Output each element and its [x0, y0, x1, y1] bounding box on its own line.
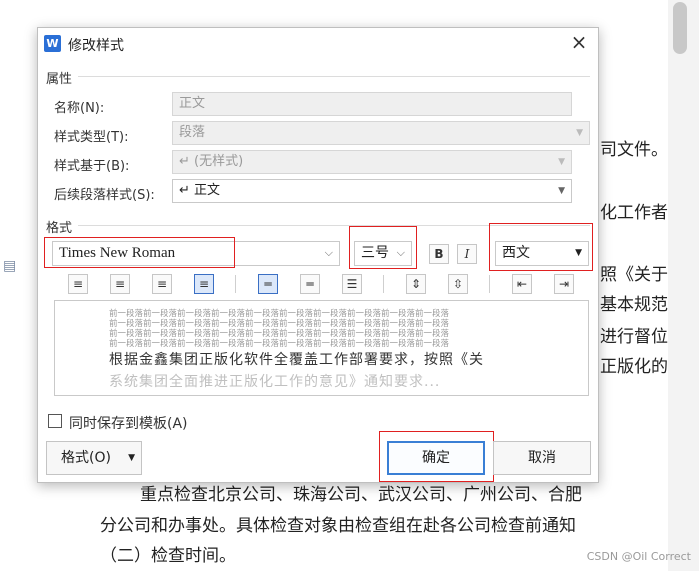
- doc-line-5: 进行督位: [600, 327, 668, 347]
- justify-button[interactable]: ≡: [194, 274, 214, 294]
- doc-line-6: 正版化的: [600, 357, 668, 377]
- single-spacing-icon: ═: [264, 277, 272, 291]
- increase-indent-button[interactable]: ⇥: [554, 274, 574, 294]
- attributes-section-label: 属性: [46, 72, 73, 87]
- align-left-icon: ≡: [72, 277, 84, 291]
- font-select[interactable]: Times New Roman ⌵: [52, 241, 340, 266]
- doc-line-1: 司文件。: [600, 140, 668, 160]
- chevron-down-icon: ▼: [575, 248, 582, 258]
- chevron-down-icon: ▼: [558, 186, 565, 196]
- cancel-label: 取消: [528, 450, 556, 466]
- one-half-spacing-button[interactable]: ═: [300, 274, 320, 294]
- name-label: 名称(N):: [54, 101, 105, 116]
- modify-style-dialog: W 修改样式 × 属性 名称(N): 正文 样式类型(T): 段落 ▼ 样式基于(…: [37, 27, 599, 483]
- increase-spacing-icon: ⇕: [410, 277, 422, 291]
- toolbar-separator: [235, 275, 236, 293]
- style-type-value: 段落: [179, 125, 206, 140]
- chevron-down-icon: ⌵: [396, 246, 405, 259]
- doc-line-2: 化工作者: [600, 203, 668, 223]
- font-value: Times New Roman: [59, 245, 176, 261]
- italic-icon: I: [464, 247, 470, 261]
- watermark: CSDN @Oil Correct: [586, 550, 691, 563]
- chevron-down-icon: ▼: [128, 453, 135, 463]
- preview-previous-paragraph: 前一段落前一段落前一段落前一段落前一段落前一段落前一段落前一段落前一段落前一段落: [109, 339, 450, 349]
- toolbar-separator: [489, 275, 490, 293]
- double-spacing-button[interactable]: ☰: [342, 274, 362, 294]
- increase-para-spacing-button[interactable]: ⇕: [406, 274, 426, 294]
- close-button[interactable]: ×: [568, 32, 590, 54]
- chevron-down-icon: ▼: [576, 128, 583, 138]
- align-center-icon: ≡: [114, 277, 126, 291]
- italic-button[interactable]: I: [457, 244, 477, 264]
- vertical-scrollbar[interactable]: [668, 0, 699, 571]
- doc-line-3: 照《关于: [600, 265, 668, 285]
- toolbar-separator: [383, 275, 384, 293]
- decrease-indent-icon: ⇤: [516, 277, 528, 291]
- justify-icon: ≡: [198, 277, 210, 291]
- decrease-para-spacing-button[interactable]: ⇳: [448, 274, 468, 294]
- ok-button[interactable]: 确定: [387, 441, 485, 475]
- style-preview: 前一段落前一段落前一段落前一段落前一段落前一段落前一段落前一段落前一段落前一段落…: [54, 300, 589, 396]
- bold-button[interactable]: B: [429, 244, 449, 264]
- attributes-divider: [78, 76, 590, 77]
- preview-text-next: 系统集团全面推进正版化工作的意见》通知要求...: [109, 374, 441, 390]
- chevron-down-icon: ⌵: [324, 247, 333, 259]
- next-style-value: ↵ 正文: [179, 183, 221, 198]
- dialog-titlebar[interactable]: W 修改样式 ×: [38, 28, 598, 58]
- align-right-icon: ≡: [156, 277, 168, 291]
- document-side-icon[interactable]: ▤: [3, 258, 19, 276]
- doc-line-9: （二）检查时间。: [100, 546, 236, 566]
- wps-logo-icon: W: [44, 35, 61, 52]
- close-icon: ×: [570, 30, 588, 54]
- format-menu-button[interactable]: 格式(O) ▼: [46, 441, 142, 475]
- font-size-value: 三号: [361, 245, 389, 261]
- scrollbar-thumb[interactable]: [673, 2, 687, 54]
- save-to-template-checkbox[interactable]: [48, 414, 62, 428]
- decrease-indent-button[interactable]: ⇤: [512, 274, 532, 294]
- align-right-button[interactable]: ≡: [152, 274, 172, 294]
- decrease-spacing-icon: ⇳: [452, 277, 464, 291]
- format-menu-label: 格式(O): [61, 450, 111, 466]
- format-divider: [78, 225, 590, 226]
- chevron-down-icon: ▼: [558, 157, 565, 167]
- ok-label: 确定: [422, 450, 450, 466]
- bold-icon: B: [434, 247, 444, 261]
- cancel-button[interactable]: 取消: [493, 441, 591, 475]
- preview-text: 根据金鑫集团正版化软件全覆盖工作部署要求，按照《关: [109, 352, 484, 368]
- dialog-title: 修改样式: [68, 38, 124, 54]
- based-on-select[interactable]: ↵ (无样式) ▼: [172, 150, 572, 174]
- save-to-template-label[interactable]: 同时保存到模板(A): [69, 413, 188, 433]
- doc-line-4: 基本规范: [600, 295, 668, 315]
- based-on-value: ↵ (无样式): [179, 154, 244, 169]
- script-value: 西文: [502, 245, 530, 261]
- name-value: 正文: [179, 96, 206, 111]
- based-on-label: 样式基于(B):: [54, 159, 130, 174]
- format-section-label: 格式: [46, 221, 73, 236]
- doc-line-7: 重点检查北京公司、珠海公司、武汉公司、广州公司、合肥: [140, 485, 582, 505]
- single-spacing-button[interactable]: ═: [258, 274, 278, 294]
- double-spacing-icon: ☰: [346, 277, 358, 291]
- script-select[interactable]: 西文 ▼: [495, 241, 589, 266]
- font-size-select[interactable]: 三号 ⌵: [354, 241, 412, 266]
- name-field[interactable]: 正文: [172, 92, 572, 116]
- doc-line-8: 分公司和办事处。具体检查对象由检查组在赴各公司检查前通知: [100, 516, 576, 536]
- next-style-select[interactable]: ↵ 正文 ▼: [172, 179, 572, 203]
- style-type-select[interactable]: 段落 ▼: [172, 121, 590, 145]
- align-center-button[interactable]: ≡: [110, 274, 130, 294]
- one-half-spacing-icon: ═: [306, 277, 314, 291]
- next-style-label: 后续段落样式(S):: [54, 188, 155, 203]
- increase-indent-icon: ⇥: [558, 277, 570, 291]
- align-left-button[interactable]: ≡: [68, 274, 88, 294]
- style-type-label: 样式类型(T):: [54, 130, 129, 145]
